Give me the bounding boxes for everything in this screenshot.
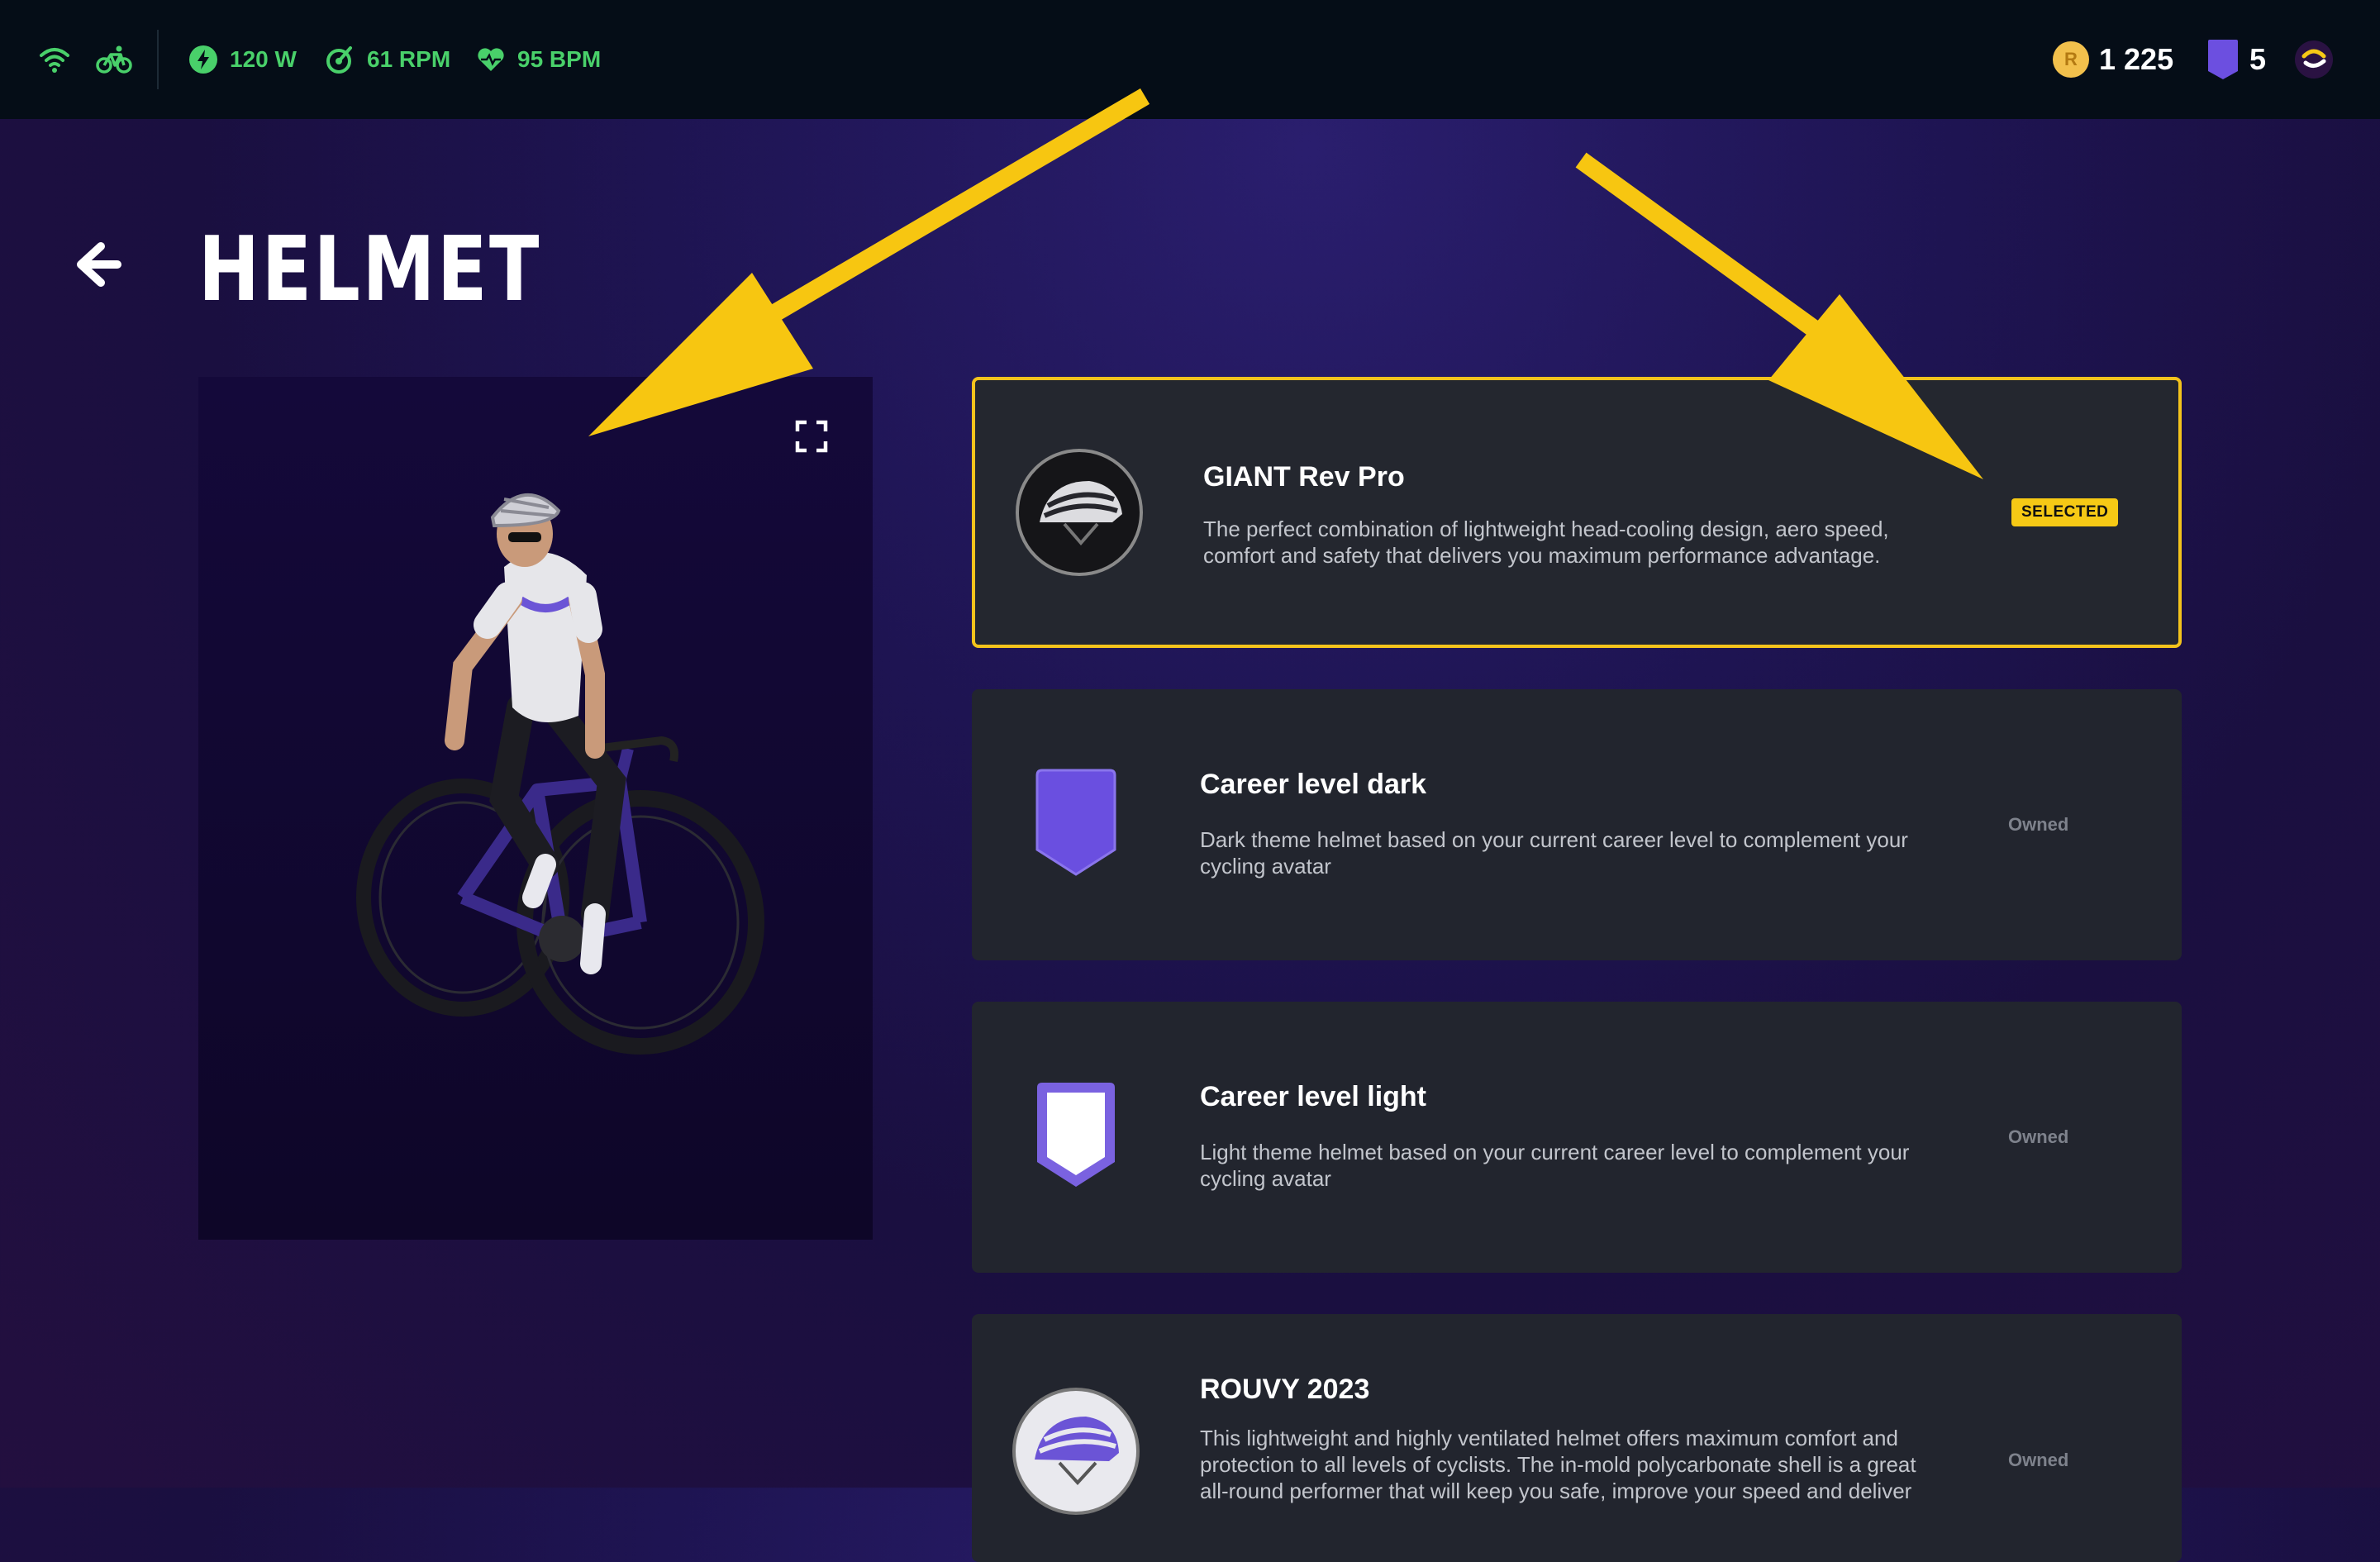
bike-icon bbox=[96, 0, 132, 119]
heart-rate-value: 95 BPM bbox=[517, 46, 602, 72]
owned-label: Owned bbox=[2008, 814, 2069, 835]
fullscreen-icon[interactable] bbox=[795, 420, 828, 457]
helmet-item-rouvy-2023[interactable]: ROUVY 2023 This lightweight and highly v… bbox=[972, 1314, 2182, 1562]
avatar-preview[interactable] bbox=[198, 377, 873, 1240]
coins-value: 1 225 bbox=[2099, 42, 2174, 76]
career-dark-shield-icon bbox=[1011, 760, 1140, 889]
career-light-shield-icon bbox=[1011, 1073, 1140, 1202]
item-description: This lightweight and highly ventilated h… bbox=[1200, 1426, 1916, 1503]
helmet-item-career-dark[interactable]: Career level dark Dark theme helmet base… bbox=[972, 689, 2182, 960]
item-description: Dark theme helmet based on your current … bbox=[1200, 827, 1908, 879]
cadence-value: 61 RPM bbox=[367, 46, 451, 72]
back-button[interactable] bbox=[74, 240, 124, 293]
topbar-divider bbox=[157, 30, 159, 89]
item-description: The perfect combination of lightweight h… bbox=[1203, 517, 1889, 568]
level-counter[interactable]: 5 bbox=[2206, 0, 2266, 119]
item-title: ROUVY 2023 bbox=[1200, 1374, 1370, 1405]
heart-rate-metric: 95 BPM bbox=[476, 0, 601, 119]
helmet-item-career-light[interactable]: Career level light Light theme helmet ba… bbox=[972, 1002, 2182, 1273]
arrow-left-icon bbox=[77, 242, 121, 287]
item-title: GIANT Rev Pro bbox=[1203, 461, 1405, 493]
wifi-icon bbox=[38, 0, 71, 119]
selected-badge: SELECTED bbox=[2011, 498, 2119, 526]
cyclist-avatar-image bbox=[356, 493, 764, 1055]
item-title: Career level dark bbox=[1200, 769, 1427, 800]
helmet-item-giant-rev-pro[interactable]: GIANT Rev Pro The perfect combination of… bbox=[972, 377, 2182, 648]
helmet-rouvy-icon bbox=[1011, 1387, 1140, 1516]
level-value: 5 bbox=[2249, 42, 2267, 76]
item-description: Light theme helmet based on your current… bbox=[1200, 1140, 1910, 1191]
helmet-giant-icon bbox=[1015, 448, 1144, 577]
power-metric: 120 W bbox=[188, 0, 297, 119]
cadence-icon bbox=[324, 45, 355, 74]
power-value: 120 W bbox=[230, 46, 297, 72]
coin-icon: R bbox=[2053, 41, 2089, 78]
owned-label: Owned bbox=[2008, 1450, 2069, 1470]
item-title: Career level light bbox=[1200, 1081, 1427, 1112]
owned-label: Owned bbox=[2008, 1126, 2069, 1147]
page-title: HELMET bbox=[198, 218, 541, 321]
cadence-metric: 61 RPM bbox=[324, 0, 450, 119]
heart-rate-icon bbox=[476, 46, 506, 73]
power-icon bbox=[188, 45, 218, 74]
rouvy-logo-icon[interactable] bbox=[2294, 0, 2334, 119]
top-bar: 120 W 61 RPM 95 BPM R 1 225 5 bbox=[0, 0, 2380, 119]
coins-counter[interactable]: R 1 225 bbox=[2053, 0, 2173, 119]
career-badge-icon bbox=[2206, 38, 2240, 81]
